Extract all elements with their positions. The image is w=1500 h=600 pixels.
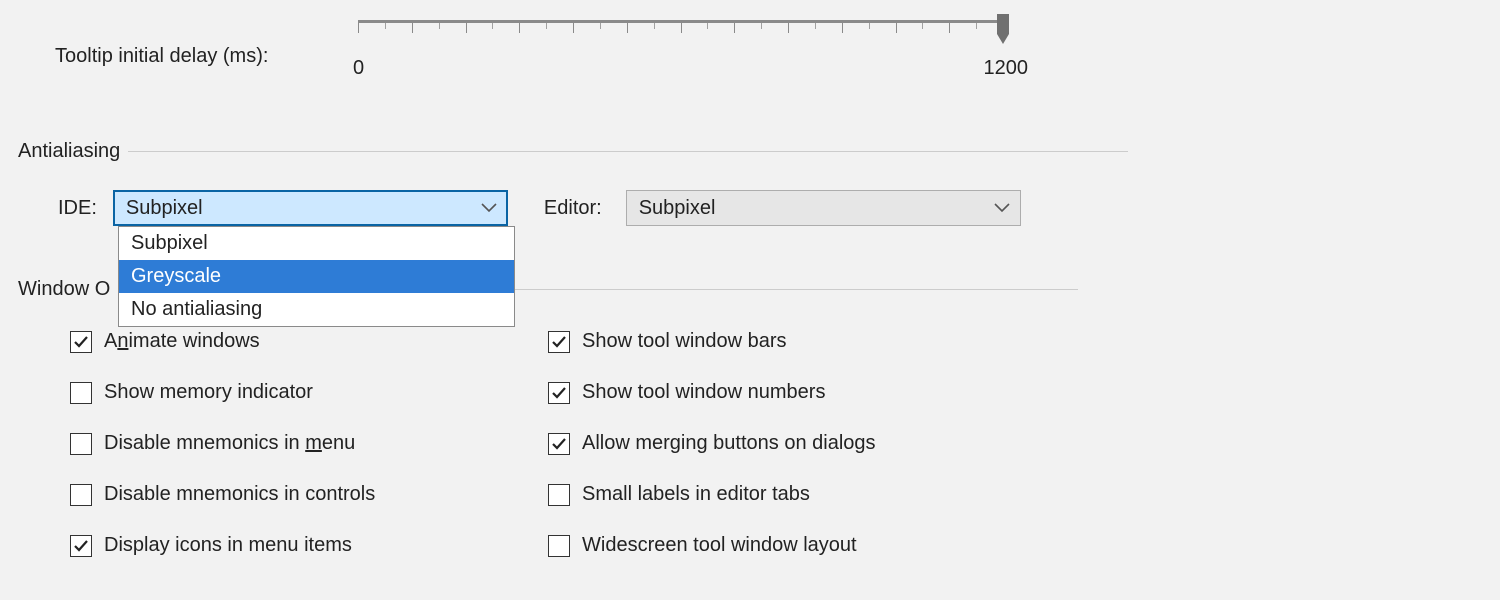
editor-combobox[interactable]: Subpixel bbox=[626, 190, 1021, 226]
ide-combobox-value: Subpixel bbox=[126, 197, 203, 220]
checkbox-label[interactable]: Allow merging buttons on dialogs bbox=[582, 432, 876, 455]
chevron-down-icon bbox=[481, 203, 497, 213]
slider-thumb[interactable] bbox=[996, 14, 1010, 44]
checkbox-row: Disable mnemonics in menu bbox=[70, 432, 375, 455]
checkbox-label[interactable]: Show tool window bars bbox=[582, 330, 787, 353]
checkbox[interactable] bbox=[70, 331, 92, 353]
checkbox[interactable] bbox=[548, 433, 570, 455]
checkbox[interactable] bbox=[548, 484, 570, 506]
checkbox-row: Disable mnemonics in controls bbox=[70, 483, 375, 506]
ide-dropdown-option[interactable]: No antialiasing bbox=[119, 293, 514, 326]
checkbox-row: Animate windows bbox=[70, 330, 375, 353]
checkbox-label[interactable]: Small labels in editor tabs bbox=[582, 483, 810, 506]
checkbox-label[interactable]: Show memory indicator bbox=[104, 381, 313, 404]
checkbox-label[interactable]: Disable mnemonics in controls bbox=[104, 483, 375, 506]
checkbox-label[interactable]: Animate windows bbox=[104, 330, 260, 353]
checkbox-label[interactable]: Display icons in menu items bbox=[104, 534, 352, 557]
checkbox-row: Show tool window numbers bbox=[548, 381, 876, 404]
checkbox[interactable] bbox=[70, 433, 92, 455]
checkbox-row: Widescreen tool window layout bbox=[548, 534, 876, 557]
tooltip-delay-slider[interactable]: 0 1200 bbox=[358, 20, 1028, 57]
editor-label: Editor: bbox=[544, 197, 602, 220]
checkbox[interactable] bbox=[70, 382, 92, 404]
checkbox[interactable] bbox=[70, 484, 92, 506]
checkbox-label[interactable]: Show tool window numbers bbox=[582, 381, 825, 404]
chevron-down-icon bbox=[994, 203, 1010, 213]
checkbox[interactable] bbox=[548, 535, 570, 557]
separator bbox=[128, 151, 1128, 152]
slider-max-label: 1200 bbox=[984, 57, 1029, 80]
checkbox-row: Display icons in menu items bbox=[70, 534, 375, 557]
checkbox[interactable] bbox=[548, 382, 570, 404]
checkbox[interactable] bbox=[548, 331, 570, 353]
checkbox-row: Allow merging buttons on dialogs bbox=[548, 432, 876, 455]
tooltip-delay-label: Tooltip initial delay (ms): bbox=[55, 45, 268, 68]
ide-dropdown-list[interactable]: SubpixelGreyscaleNo antialiasing bbox=[118, 226, 515, 327]
checkbox-label[interactable]: Widescreen tool window layout bbox=[582, 534, 857, 557]
slider-min-label: 0 bbox=[353, 57, 364, 80]
ide-label: IDE: bbox=[58, 197, 97, 220]
checkbox[interactable] bbox=[70, 535, 92, 557]
ide-combobox[interactable]: Subpixel bbox=[113, 190, 508, 226]
editor-combobox-value: Subpixel bbox=[639, 197, 716, 220]
checkbox-label[interactable]: Disable mnemonics in menu bbox=[104, 432, 355, 455]
antialias-group-title: Antialiasing bbox=[18, 140, 1128, 163]
slider-ticks bbox=[358, 23, 1003, 37]
window-options-group-text: Window O bbox=[18, 278, 110, 301]
ide-dropdown-option[interactable]: Subpixel bbox=[119, 227, 514, 260]
checkbox-row: Show memory indicator bbox=[70, 381, 375, 404]
checkbox-row: Small labels in editor tabs bbox=[548, 483, 876, 506]
checkbox-row: Show tool window bars bbox=[548, 330, 876, 353]
antialias-group-text: Antialiasing bbox=[18, 140, 120, 163]
ide-dropdown-option[interactable]: Greyscale bbox=[119, 260, 514, 293]
